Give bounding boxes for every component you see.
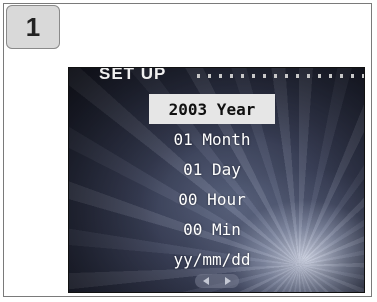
setup-menu-title: SET UP [99,67,167,83]
triangle-right-icon[interactable] [225,277,231,285]
triangle-left-icon[interactable] [203,277,209,285]
menu-item-hour[interactable]: 00 Hour [149,184,275,214]
left-right-navigation-indicator [195,274,239,288]
step-number: 1 [25,11,41,42]
menu-item-day[interactable]: 01 Day [149,154,275,184]
camera-lcd-screen: SET UP 2003 Year 01 Month 01 Day 00 Hour… [68,67,365,293]
menu-item-minute[interactable]: 00 Min [149,214,275,244]
menu-item-year[interactable]: 2003 Year [149,94,275,124]
step-number-badge: 1 [6,5,60,49]
menu-item-month[interactable]: 01 Month [149,124,275,154]
menu-item-date-format[interactable]: yy/mm/dd [149,244,275,274]
title-dotted-rule [197,74,364,78]
